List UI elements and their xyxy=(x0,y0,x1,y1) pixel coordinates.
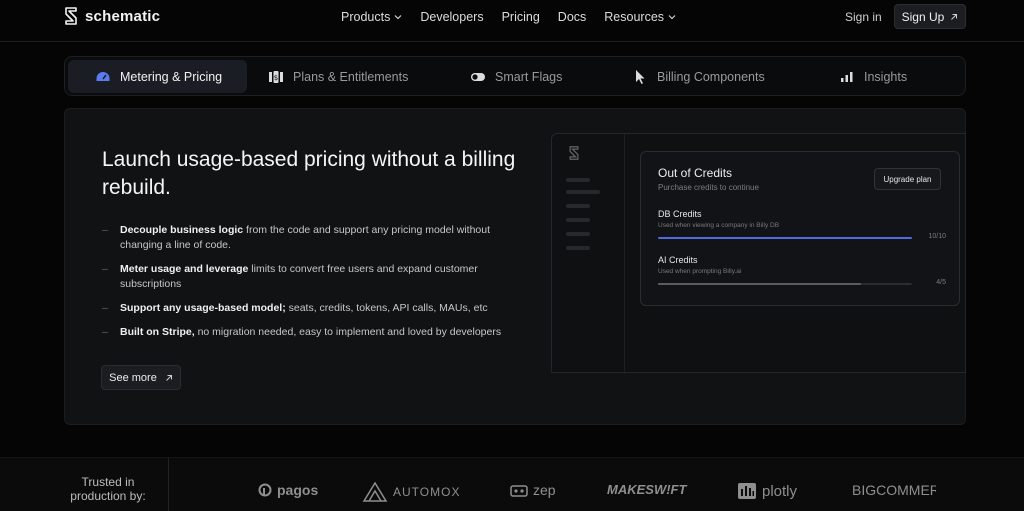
nav-docs-label: Docs xyxy=(557,10,587,24)
brand-makeswift: MAKESW!FT xyxy=(607,482,686,497)
credit-name: DB Credits xyxy=(658,209,702,219)
credit-progress: 10/10 xyxy=(658,233,946,243)
brand-name: BIGCOMMERCE xyxy=(852,482,936,498)
mockup-nav-line xyxy=(566,204,590,208)
bullet-item: Built on Stripe, no migration needed, ea… xyxy=(102,325,522,340)
progress-fill xyxy=(658,237,912,239)
arrow-up-right-icon xyxy=(951,13,958,20)
nav-docs[interactable]: Docs xyxy=(558,10,586,24)
arrow-up-right-icon xyxy=(165,374,172,381)
plans-icon: $ xyxy=(269,70,283,83)
brand-name: MAKESW!FT xyxy=(607,482,687,497)
tab-label: Plans & Entitlements xyxy=(293,69,409,84)
mockup-nav-line xyxy=(566,190,600,194)
bullet-bold: Support any usage-based model; xyxy=(120,302,286,314)
bullet-bold: Decouple business logic xyxy=(120,224,244,236)
gauge-icon xyxy=(96,71,110,81)
nav-links: Products Developers Pricing Docs Resourc… xyxy=(341,10,694,24)
plotly-logo-icon xyxy=(738,483,756,499)
trusted-by-strip: Trusted in production by: pagos AUTOMOX … xyxy=(0,457,1024,511)
brand-plotly: plotly xyxy=(737,482,797,500)
bullet-text: no migration needed, easy to implement a… xyxy=(194,326,502,338)
mockup-nav-line xyxy=(566,178,590,182)
bullet-item: Support any usage-based model; seats, cr… xyxy=(102,301,522,316)
tab-plans-entitlements[interactable]: $ Plans & Entitlements xyxy=(268,60,408,93)
nav-products-label: Products xyxy=(341,10,391,24)
nav-products[interactable]: Products xyxy=(341,10,402,24)
sign-in-link[interactable]: Sign in xyxy=(845,10,882,24)
brand-bigcommerce: BIGCOMMERCE xyxy=(852,482,936,498)
top-nav: schematic Products Developers Pricing Do… xyxy=(0,0,1024,42)
automox-logo-icon xyxy=(362,482,388,502)
bullet-bold: Built on Stripe, xyxy=(120,326,195,338)
tab-label: Insights xyxy=(864,69,908,84)
feature-card: Launch usage-based pricing without a bil… xyxy=(64,108,966,425)
chevron-down-icon xyxy=(668,15,676,20)
tab-billing-components[interactable]: Billing Components xyxy=(632,60,765,93)
app-mockup: Out of Credits Purchase credits to conti… xyxy=(551,133,966,374)
sign-up-label: Sign Up xyxy=(901,9,945,24)
hero-headline: Launch usage-based pricing without a bil… xyxy=(102,148,516,199)
tab-smart-flags[interactable]: Smart Flags xyxy=(470,60,562,93)
pagos-logo-icon xyxy=(258,483,272,497)
bullet-item: Decouple business logic from the code an… xyxy=(102,223,522,253)
progress-fill xyxy=(658,283,861,285)
schematic-logo-icon xyxy=(569,146,579,160)
mockup-nav-line xyxy=(566,218,590,222)
mockup-nav-line xyxy=(566,246,590,250)
product-tabs: Metering & Pricing $ Plans & Entitlement… xyxy=(64,56,966,96)
sign-up-button[interactable]: Sign Up xyxy=(894,4,966,29)
out-of-credits-panel: Out of Credits Purchase credits to conti… xyxy=(640,151,960,306)
credit-item-ai: AI Credits Used when prompting Billy.ai … xyxy=(658,255,946,289)
bar-chart-icon xyxy=(841,71,853,82)
see-more-button[interactable]: See more xyxy=(101,365,181,390)
credit-desc: Used when viewing a company in Billy DB xyxy=(658,222,780,229)
brand-logo[interactable]: schematic xyxy=(63,7,160,25)
brand-name: schematic xyxy=(85,7,161,25)
credit-value: 10/10 xyxy=(928,233,946,240)
brand-zep: zep xyxy=(510,482,556,498)
tab-label: Billing Components xyxy=(657,69,765,84)
nav-pricing[interactable]: Pricing xyxy=(502,10,540,24)
nav-pricing-label: Pricing xyxy=(501,10,540,24)
panel-subtitle: Purchase credits to continue xyxy=(658,183,759,192)
credit-item-db: DB Credits Used when viewing a company i… xyxy=(658,209,946,243)
cursor-icon xyxy=(636,69,645,84)
toggle-icon xyxy=(471,72,485,81)
schematic-logo-icon xyxy=(65,7,77,25)
credit-value: 4/5 xyxy=(936,279,946,286)
bullet-bold: Meter usage and leverage xyxy=(120,263,249,275)
chevron-down-icon xyxy=(394,15,402,20)
nav-resources-label: Resources xyxy=(604,10,665,24)
mockup-sidebar xyxy=(552,134,625,374)
brand-name: plotly xyxy=(762,482,798,500)
trusted-label: Trusted in production by: xyxy=(70,475,146,503)
brand-name: pagos xyxy=(277,482,319,498)
mockup-nav-line xyxy=(566,232,590,236)
bullet-text: seats, credits, tokens, API calls, MAUs,… xyxy=(285,302,488,314)
upgrade-plan-button[interactable]: Upgrade plan xyxy=(874,168,941,190)
feature-bullets: Decouple business logic from the code an… xyxy=(102,223,522,349)
brand-name: AUTOMOX xyxy=(393,485,461,499)
tab-metering-pricing[interactable]: Metering & Pricing xyxy=(68,60,247,93)
nav-developers[interactable]: Developers xyxy=(420,10,483,24)
credit-desc: Used when prompting Billy.ai xyxy=(658,268,742,275)
credit-progress: 4/5 xyxy=(658,279,946,289)
zep-logo-icon xyxy=(510,485,528,497)
brand-pagos: pagos xyxy=(258,482,318,498)
brand-name: zep xyxy=(533,482,556,498)
svg-text:$: $ xyxy=(274,74,278,82)
credit-name: AI Credits xyxy=(658,255,698,265)
panel-title: Out of Credits xyxy=(658,166,733,180)
see-more-label: See more xyxy=(109,371,157,384)
divider xyxy=(168,458,169,511)
bullet-item: Meter usage and leverage limits to conve… xyxy=(102,262,522,292)
brand-automox: AUTOMOX xyxy=(362,482,460,502)
tab-insights[interactable]: Insights xyxy=(839,60,907,93)
nav-resources[interactable]: Resources xyxy=(604,10,676,24)
tab-label: Smart Flags xyxy=(495,69,563,84)
tab-label: Metering & Pricing xyxy=(120,69,223,84)
nav-developers-label: Developers xyxy=(420,10,484,24)
